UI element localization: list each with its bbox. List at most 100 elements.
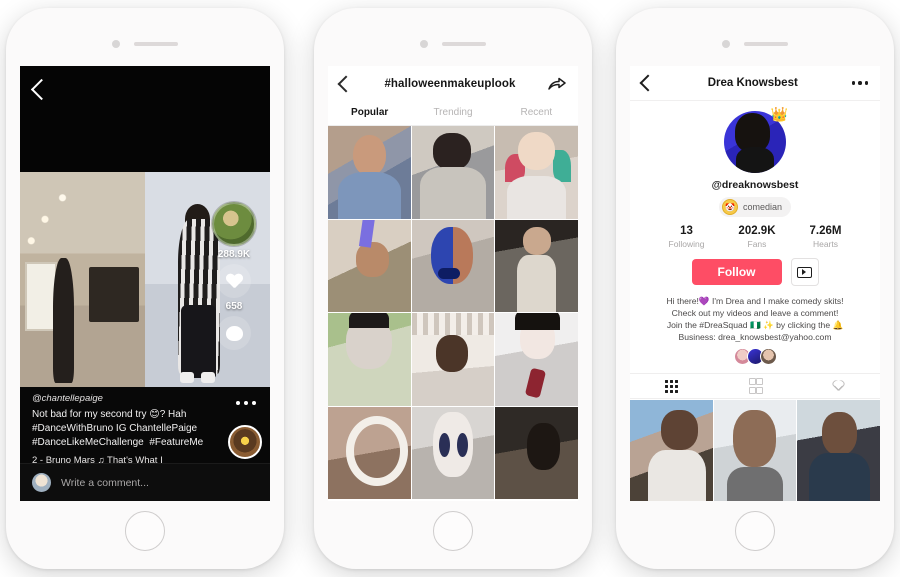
phone-2-frame: #halloweenmakeuplook Popular Trending Re… [314,8,592,569]
tab-recent[interactable]: Recent [495,102,578,125]
stat-label: Fans [747,239,767,249]
camera-dot [112,40,120,48]
tab-trending[interactable]: Trending [411,102,494,125]
chevron-left-icon[interactable] [30,78,53,101]
home-button[interactable] [433,511,473,551]
heart-icon [226,274,243,289]
home-button[interactable] [125,511,165,551]
profile-section: 👑 @dreaknowsbest 🤡 comedian 13 Following… [630,101,880,365]
caption-line-1: Not bad for my second try 😊? Hah [32,409,187,420]
bio-line-3: Join the #DreaSquad 🇳🇬 ✨ by clicking the… [666,320,844,330]
stat-following[interactable]: 13 Following [669,225,705,249]
phone-2-screen: #halloweenmakeuplook Popular Trending Re… [328,66,578,501]
phone-speaker [722,40,788,48]
window-shape [25,262,57,331]
stat-fans[interactable]: 202.9K Fans [738,225,775,249]
duet-left-pane [20,172,145,387]
phone-speaker [420,40,486,48]
comment-count: 658 [225,301,243,312]
thumb-skull-face-paint[interactable] [411,406,495,500]
discover-tabs: Popular Trending Recent [328,102,578,126]
author-avatar[interactable] [228,425,262,459]
thumb-blue-half-face[interactable] [411,219,495,313]
profile-bio: Hi there!💜 I'm Drea and I make comedy sk… [630,295,880,343]
tab-videos-grid[interactable] [630,374,713,398]
thumb-harley-quinn[interactable] [495,126,578,219]
thumb-face-paint-brush[interactable] [328,219,411,313]
phone-1-screen: 288.9K 658 @chantellepaige Not bad for m… [20,66,270,501]
caption-username[interactable]: @chantellepaige [32,393,258,404]
stat-value: 202.9K [738,225,776,237]
thumb-corpse-bride[interactable] [495,219,578,313]
caption-hashtag-dancelikemechallenge[interactable]: #DanceLikeMeChallenge [32,437,144,448]
profile-content-tabs [630,373,880,399]
thumb-white-eye-circle[interactable] [328,406,411,500]
phone-3-frame: Drea Knowsbest 👑 @dreaknowsbest 🤡 comedi… [616,8,894,569]
speech-bubble-icon [225,325,243,341]
crown-icon: 👑 [770,106,788,122]
like-count: 288.9K [217,249,251,260]
comment-bar[interactable]: Write a comment... [20,463,270,501]
profile-stats: 13 Following 202.9K Fans 7.26M Hearts [630,225,880,249]
caption-ig-credit: IG ChantellePaige [113,423,198,434]
tab-popular[interactable]: Popular [328,102,411,125]
profile-video-grid [630,400,880,501]
hashtag-header: #halloweenmakeuplook [328,66,578,102]
page-title: Drea Knowsbest [707,77,798,89]
status-badge[interactable]: 🤡 comedian [718,197,792,217]
thumb-white-dress-rack[interactable] [411,313,495,406]
three-dots-icon[interactable] [236,401,256,405]
user-avatar [32,473,51,492]
grid-dots-icon [665,379,679,393]
stat-label: Hearts [812,239,839,249]
tab-liked-squares[interactable] [713,374,796,398]
play-box-icon[interactable] [790,258,819,286]
like-button[interactable] [217,264,251,298]
caption-hashtag-dancewithbruno[interactable]: #DanceWithBruno [32,423,113,434]
thumb-goth-lipstick[interactable] [495,313,578,406]
comment-button[interactable] [217,316,251,350]
profile-actions: Follow [630,258,880,286]
duet-video[interactable]: 288.9K 658 [20,172,270,387]
share-arrow-icon[interactable] [548,77,566,91]
avatar [759,348,777,365]
home-button[interactable] [735,511,775,551]
shoe-right [201,371,215,383]
bio-line-4: Business: drea_knowsbest@yahoo.com [678,332,832,342]
three-dots-icon[interactable] [851,81,868,85]
caption-hashtag-featureme[interactable]: #FeatureMe [149,437,203,448]
video-thumb-3[interactable] [797,400,880,501]
page-title: #halloweenmakeuplook [384,78,516,90]
speaker-bar [744,42,788,46]
speaker-bar [134,42,178,46]
four-squares-icon [748,378,763,394]
video-top-area [20,66,270,172]
camera-dot [722,40,730,48]
shoe-left [180,371,194,383]
friend-avatars[interactable] [630,348,880,365]
hashtag-video-grid [328,126,578,500]
stat-label: Following [668,239,705,249]
stat-hearts: 7.26M Hearts [810,225,842,249]
thumb-clown-makeup[interactable] [328,126,411,219]
thumb-silver-skull[interactable] [328,313,411,406]
comment-placeholder[interactable]: Write a comment... [61,477,149,489]
video-thumb-2[interactable] [713,400,797,501]
phone-speaker [112,40,178,48]
thumb-prosthetic-nose[interactable] [411,126,495,219]
dancer-figure [52,258,74,383]
camera-dot [420,40,428,48]
phone-3-screen: Drea Knowsbest 👑 @dreaknowsbest 🤡 comedi… [630,66,880,501]
bio-line-2: Check out my videos and leave a comment! [671,308,839,318]
video-thumb-1[interactable] [630,400,713,501]
tab-hearts[interactable] [797,374,880,398]
heart-outline-icon [832,381,845,392]
thumb-dark-room[interactable] [495,406,578,500]
badge-label: comedian [742,202,783,212]
profile-handle: @dreaknowsbest [711,179,799,191]
speaker-bar [442,42,486,46]
mockup-stage: 288.9K 658 @chantellepaige Not bad for m… [0,0,900,577]
profile-header: Drea Knowsbest [630,66,880,101]
music-disc-icon[interactable] [212,202,256,246]
follow-button[interactable]: Follow [691,259,782,285]
